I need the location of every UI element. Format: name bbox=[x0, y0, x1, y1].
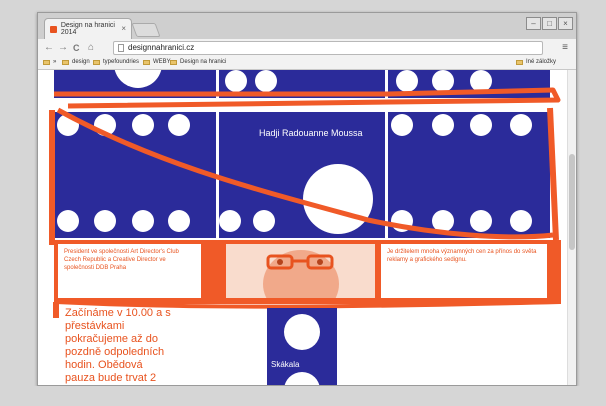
new-tab-button[interactable] bbox=[131, 23, 161, 37]
bookmark-other[interactable]: Iné záložky bbox=[516, 59, 556, 65]
folder-icon bbox=[516, 59, 523, 65]
bookmarks-bar: » design typefoundries WEBY Design na hr… bbox=[38, 57, 576, 70]
menu-icon[interactable]: ≡ bbox=[562, 42, 568, 53]
schedule-text: Začínáme v 10.00 a s přestávkami pokraču… bbox=[65, 307, 171, 384]
folder-icon bbox=[143, 59, 150, 65]
circle bbox=[284, 314, 320, 350]
folder-icon bbox=[43, 59, 50, 65]
bookmark-typefoundries[interactable]: typefoundries bbox=[93, 59, 139, 65]
tab-strip: Design na hranici 2014 × – □ × bbox=[38, 13, 576, 39]
page-icon bbox=[118, 44, 124, 52]
folder-icon bbox=[62, 59, 69, 65]
maximize-button[interactable]: □ bbox=[542, 17, 557, 30]
toolbar: ← → C ⌂ designnahranici.cz ≡ bbox=[38, 39, 576, 57]
tab-design-na-hranici[interactable]: Design na hranici 2014 × bbox=[44, 18, 132, 39]
folder-icon bbox=[170, 59, 177, 65]
bookmark-design[interactable]: design bbox=[62, 59, 90, 65]
bookmark-folder-more[interactable]: » bbox=[43, 59, 56, 65]
desktop-bottom bbox=[0, 386, 606, 406]
bookmark-weby[interactable]: WEBY bbox=[143, 59, 171, 65]
favicon-icon bbox=[50, 25, 57, 33]
reload-icon[interactable]: C bbox=[73, 42, 80, 54]
back-icon[interactable]: ← bbox=[44, 42, 54, 54]
browser-window: Design na hranici 2014 × – □ × ← → C ⌂ d… bbox=[37, 12, 577, 386]
home-icon[interactable]: ⌂ bbox=[88, 42, 94, 54]
forward-icon[interactable]: → bbox=[58, 42, 68, 54]
folder-icon bbox=[93, 59, 100, 65]
url-text: designnahranici.cz bbox=[128, 43, 195, 52]
close-window-button[interactable]: × bbox=[558, 17, 573, 30]
tab-close-icon[interactable]: × bbox=[121, 24, 126, 33]
next-speaker-name: Skákala bbox=[271, 360, 300, 369]
page-content: Hadji Radouanne Moussa President ve spol… bbox=[38, 70, 576, 385]
bookmark-design-na-hranici[interactable]: Design na hranici bbox=[170, 59, 226, 65]
speaker-panel-next[interactable]: Skákala bbox=[267, 308, 337, 385]
scrollbar-thumb[interactable] bbox=[569, 154, 575, 250]
minimize-button[interactable]: – bbox=[526, 17, 541, 30]
scrollbar[interactable] bbox=[567, 70, 576, 385]
address-bar[interactable]: designnahranici.cz bbox=[113, 41, 543, 55]
circle bbox=[284, 372, 320, 385]
